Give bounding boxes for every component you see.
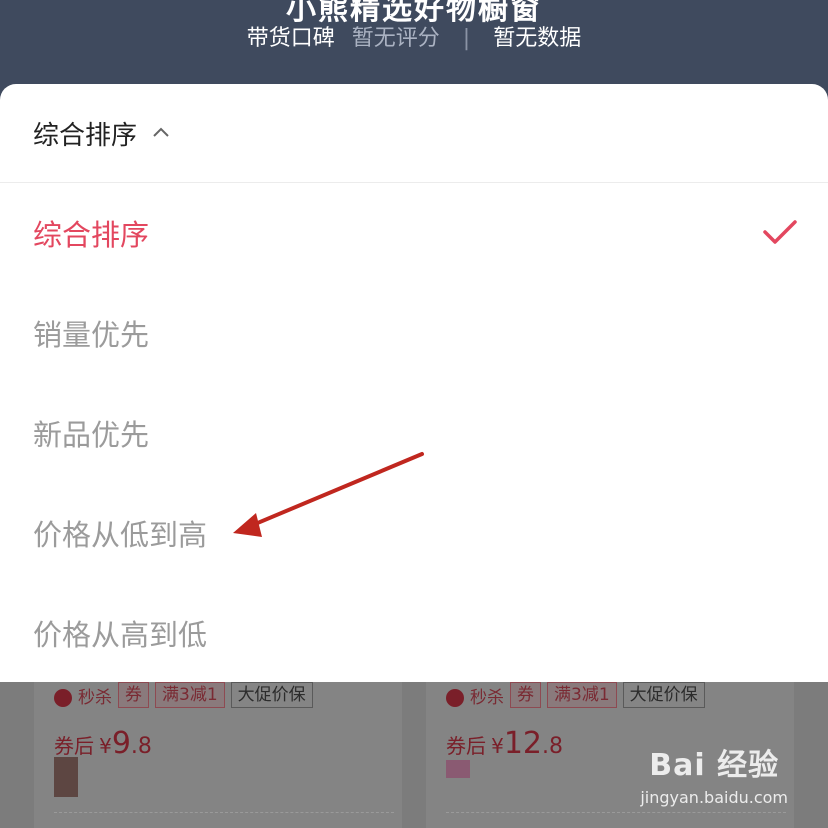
card-divider: [446, 812, 786, 813]
promo-tags: 秒杀 券 满3减1 大促价保: [446, 682, 705, 708]
product-price: 券后 ¥12.8: [446, 726, 564, 761]
promo-tags: 秒杀 券 满3减1 大促价保: [54, 682, 313, 708]
sort-option-sales[interactable]: 销量优先: [0, 283, 828, 383]
guarantee-tag: 大促价保: [230, 682, 313, 708]
sort-sheet: 综合排序 综合排序 销量优先 新品优先 价格从低到高 价格从高到低: [0, 84, 828, 682]
product-card[interactable]: 秒杀 券 满3减1 大促价保 券后 ¥9.8: [34, 682, 402, 828]
clock-icon: [446, 689, 464, 707]
flash-sale-tag: 秒杀: [54, 683, 112, 708]
reputation-row: 带货口碑 暂无评分 | 暂无数据: [0, 20, 828, 52]
sort-option-price-asc[interactable]: 价格从低到高: [0, 483, 828, 583]
chevron-up-icon: [153, 127, 169, 137]
flash-sale-tag: 秒杀: [446, 683, 504, 708]
reputation-label: 带货口碑: [246, 26, 335, 51]
guarantee-tag: 大促价保: [622, 682, 705, 708]
sort-option-price-desc[interactable]: 价格从高到低: [0, 583, 828, 683]
clock-icon: [54, 689, 72, 707]
product-price: 券后 ¥9.8: [54, 726, 152, 761]
sort-option-newest[interactable]: 新品优先: [0, 383, 828, 483]
product-thumbnail: [446, 760, 470, 778]
watermark-logo: Bai 经验 jingyan.baidu.com: [640, 748, 788, 807]
deal-tag: 满3减1: [155, 682, 225, 708]
sort-current-label: 综合排序: [33, 120, 138, 151]
sort-option-comprehensive[interactable]: 综合排序: [0, 183, 828, 283]
stats-divider: |: [462, 26, 471, 51]
reputation-score: 暂无评分: [351, 26, 440, 51]
card-divider: [54, 812, 394, 813]
coupon-tag: 券: [118, 682, 149, 708]
reputation-data: 暂无数据: [493, 26, 582, 51]
sort-toggle[interactable]: 综合排序: [0, 84, 828, 183]
coupon-tag: 券: [510, 682, 541, 708]
deal-tag: 满3减1: [547, 682, 617, 708]
checkmark-icon: [763, 220, 797, 244]
product-thumbnail: [54, 757, 78, 797]
